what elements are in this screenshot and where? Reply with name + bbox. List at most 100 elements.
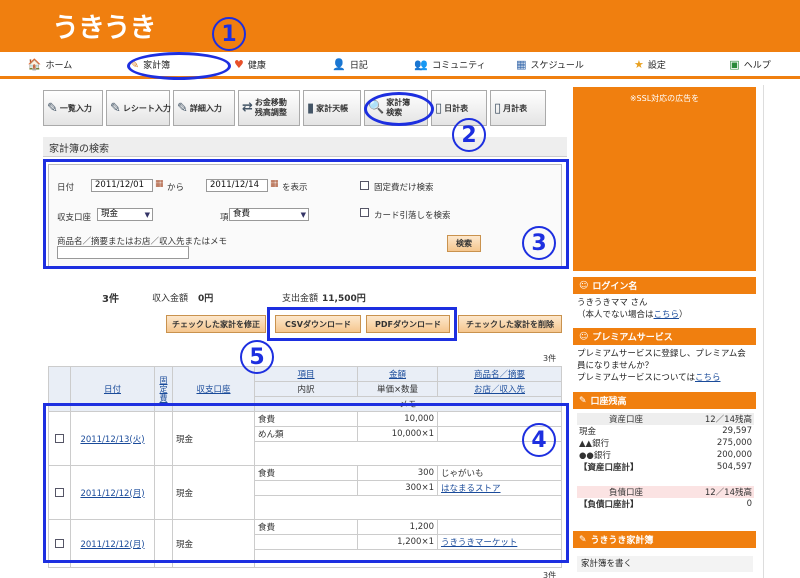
account-sort-link[interactable]: 収支口座 <box>196 385 230 395</box>
assets-total: 504,597 <box>716 462 752 472</box>
income-value: 0円 <box>198 294 214 304</box>
table-count: 3件 <box>543 354 557 363</box>
login-note: （本人でない場合はこちら） <box>577 309 753 321</box>
detail-input-button[interactable]: ✎ 詳細入力 <box>173 90 235 126</box>
nav-home[interactable]: 🏠 ホーム <box>0 52 100 76</box>
amount-sort-link[interactable]: 金額 <box>389 370 406 380</box>
assets-date: 12／14残高 <box>704 415 752 425</box>
fixed-sort-link[interactable]: 固定費 <box>160 376 168 403</box>
main-nav: 🏠 ホーム ✎ 家計簿 ♥ 健康 👤 日記 👥 コミュニティ ▦ スケジュール ★ 設定 ▣ ヘ… <box>0 52 800 79</box>
annotation-badge-3: 3 <box>522 226 556 260</box>
button-label: 日計表 <box>444 103 469 113</box>
expense-value: 11,500円 <box>322 294 366 304</box>
premium-more: プレミアムサービスについてはこちら <box>577 372 753 384</box>
liab-total-label: 【負債口座計】 <box>579 500 639 510</box>
money-transfer-button[interactable]: ⇄ お金移動 残高調整 <box>238 90 300 126</box>
annotation-badge-5: 5 <box>240 340 274 374</box>
ad-banner[interactable]: ※SSL対応の広告を <box>573 87 756 271</box>
asset-name: 現金 <box>579 427 597 437</box>
shop-sort-link[interactable]: お店／収入先 <box>474 385 525 395</box>
annotation-badge-4: 4 <box>522 423 556 457</box>
assets-header: 資産口座 <box>609 415 644 425</box>
star-icon: ★ <box>634 57 644 71</box>
premium-text: プレミアムサービスに登録し、プレミアム会員になりませんか？ <box>577 349 746 371</box>
calendar-icon: ▦ <box>516 57 527 71</box>
annotation-box-3 <box>43 159 569 269</box>
login-panel-header: ☺ ログイン名 <box>573 277 756 294</box>
button-label: 一覧入力 <box>59 103 92 113</box>
heart-icon: ♥ <box>234 57 244 71</box>
nav-community[interactable]: 👥 コミュニティ <box>400 52 500 76</box>
product-sort-link[interactable]: 商品名／摘要 <box>474 370 525 380</box>
annotation-badge-2: 2 <box>452 118 486 152</box>
nav-settings[interactable]: ★ 設定 <box>600 52 700 76</box>
panel-title: うきうき家計簿 <box>590 536 654 546</box>
home-icon: 🏠 <box>27 57 42 71</box>
annotation-box-5 <box>267 307 457 341</box>
page-title: 家計簿の検索 <box>43 137 567 157</box>
document-icon: ▯ <box>494 100 502 116</box>
header-bar: うきうき <box>0 0 800 52</box>
person-icon: 👤 <box>332 57 346 71</box>
detail-header: 内訳 <box>254 381 358 397</box>
nav-label: ホーム <box>45 60 73 71</box>
button-label: 月計表 <box>503 103 528 113</box>
product-header[interactable]: 商品名／摘要 <box>437 366 562 382</box>
shop-header[interactable]: お店／収入先 <box>437 381 562 397</box>
button-label: 詳細入力 <box>189 103 222 113</box>
liabilities-table: 負債口座 12／14残高 【負債口座計】 0 <box>577 486 754 510</box>
balance-panel-header: ✎ 口座残高 <box>573 392 756 409</box>
item-header[interactable]: 項目 <box>254 366 358 382</box>
item-sort-link[interactable]: 項目 <box>297 370 314 380</box>
transfer-icon: ⇄ <box>242 100 253 115</box>
write-kakeibo-item[interactable]: 家計簿を書く <box>577 556 753 572</box>
assets-table: 資産口座 12／14残高 現金 29,597 ▲▲銀行 275,000 ●●銀行 200… <box>577 413 754 473</box>
annotation-box-4 <box>43 403 569 563</box>
pencil-icon: ✎ <box>110 100 121 116</box>
annotation-ellipse-2 <box>364 92 434 126</box>
pencil-icon: ✎ <box>579 534 587 545</box>
kakeibo-toolbar: ✎ 一覧入力 ✎ レシート入力 ✎ 詳細入力 ⇄ お金移動 残高調整 ▮ 家計天帳 🔍 家計… <box>43 90 567 130</box>
nav-diary[interactable]: 👤 日記 <box>300 52 400 76</box>
login-name: うきうきママ さん <box>577 298 648 308</box>
pencil-icon: ✎ <box>579 395 587 406</box>
unit-header: 単価×数量 <box>357 381 438 397</box>
list-input-button[interactable]: ✎ 一覧入力 <box>43 90 103 126</box>
document-icon: ▯ <box>435 100 443 116</box>
delete-checked-button[interactable]: チェックした家計を削除 <box>458 315 562 333</box>
panel-title: ログイン名 <box>592 282 638 292</box>
premium-panel-header: ☺ プレミアムサービス <box>573 328 756 345</box>
amount-header[interactable]: 金額 <box>357 366 438 382</box>
premium-more-text: プレミアムサービスについては <box>577 373 695 383</box>
button-label: レシート入力 <box>122 103 171 113</box>
nav-help[interactable]: ▣ ヘルプ <box>700 52 800 76</box>
monthly-report-button[interactable]: ▯ 月計表 <box>490 90 546 126</box>
panel-title: プレミアムサービス <box>592 333 673 343</box>
login-note-text: （本人でない場合は <box>577 310 654 320</box>
result-count: 3件 <box>102 294 119 305</box>
site-logo[interactable]: うきうき <box>52 6 156 45</box>
premium-icon: ☺ <box>579 331 589 342</box>
asset-name: ▲▲銀行 <box>579 439 610 449</box>
nav-label: コミュニティ <box>432 60 486 71</box>
premium-more-link[interactable]: こちら <box>695 373 721 383</box>
assets-total-label: 【資産口座計】 <box>579 463 639 473</box>
date-sort-link[interactable]: 日付 <box>104 385 121 395</box>
receipt-input-button[interactable]: ✎ レシート入力 <box>106 90 171 126</box>
ledger-button[interactable]: ▮ 家計天帳 <box>303 90 361 126</box>
asset-value: 200,000 <box>716 450 752 460</box>
asset-name: ●●銀行 <box>579 451 611 461</box>
fix-checked-button[interactable]: チェックした家計を修正 <box>166 315 266 333</box>
ukiuki-panel-header: ✎ うきうき家計簿 <box>573 531 756 548</box>
asset-value: 29,597 <box>722 426 752 436</box>
liab-total: 0 <box>746 499 752 509</box>
login-note-link[interactable]: こちら <box>654 310 680 320</box>
table-count-bottom: 3件 <box>543 571 557 578</box>
pencil-icon: ✎ <box>47 100 58 116</box>
help-icon: ▣ <box>729 57 740 71</box>
nav-schedule[interactable]: ▦ スケジュール <box>500 52 600 76</box>
asset-value: 275,000 <box>716 438 752 448</box>
button-label: 家計天帳 <box>316 103 349 113</box>
annotation-ellipse-1 <box>127 52 231 80</box>
panel-title: 口座残高 <box>590 397 627 407</box>
